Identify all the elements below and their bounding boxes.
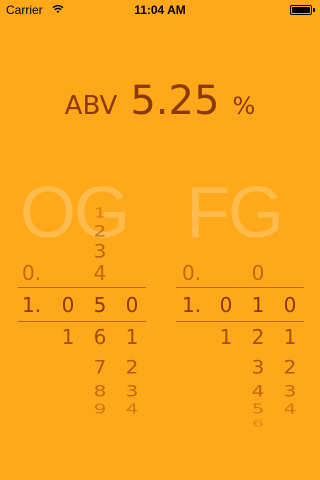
abv-label: ABV — [64, 91, 118, 121]
og-wheel-1-selected[interactable]: 5 — [88, 294, 112, 316]
fg-top-line — [176, 287, 304, 288]
status-time: 11:04 AM — [134, 3, 186, 17]
fg-above-prefix: 0. — [182, 261, 202, 285]
fg-bottom-line — [176, 321, 304, 322]
fg-wheel-1-below-digit: 4 — [251, 381, 265, 401]
og-wheel-1-above-digit: 1 — [93, 205, 107, 221]
og-wheel-2-selected[interactable]: 0 — [120, 294, 144, 316]
fg-wheel-1-above-digit: 0 — [251, 261, 265, 285]
fg-wheel-2-below-digit: 4 — [283, 401, 297, 417]
abv-value: 5.25 — [130, 78, 220, 124]
og-wheel-1-above-digit: 4 — [93, 261, 107, 285]
fg-wheel-2-below-digit: 2 — [283, 355, 297, 379]
og-wheel-1-above-digit: 3 — [93, 239, 107, 263]
fg-wheel-1-selected[interactable]: 1 — [246, 294, 270, 316]
fg-wheel-1-below-digit: 3 — [251, 355, 265, 379]
battery-icon — [290, 5, 315, 15]
fg-wheel-2-below-digit: 1 — [283, 325, 297, 349]
fg-wheel-1-below-digit: 6 — [251, 417, 265, 429]
status-bar: Carrier 11:04 AM — [0, 0, 320, 20]
og-wheel-2-below-digit: 4 — [125, 401, 139, 417]
fg-prefix: 1. — [182, 293, 202, 317]
og-wheel-1-below-digit: 9 — [93, 401, 107, 417]
og-wheel-0-selected[interactable]: 0 — [56, 294, 80, 316]
abv-readout: ABV 5.25 % — [0, 78, 320, 124]
og-top-line — [18, 287, 146, 288]
og-wheel-2-below-digit: 2 — [125, 355, 139, 379]
og-prefix: 1. — [22, 293, 42, 317]
fg-wheel-2-selected[interactable]: 0 — [278, 294, 302, 316]
og-wheel-1-below-digit: 6 — [93, 325, 107, 349]
og-wheel-1-below-digit: 8 — [93, 381, 107, 401]
og-wheel-2-below-digit: 1 — [125, 325, 139, 349]
og-wheel-1-above-digit: 2 — [93, 221, 107, 241]
fg-header: FG — [186, 173, 284, 253]
og-wheel-0-below-digit: 1 — [61, 325, 75, 349]
og-bottom-line — [18, 321, 146, 322]
fg-wheel-0-selected[interactable]: 0 — [214, 294, 238, 316]
og-wheel-2-below-digit: 3 — [125, 381, 139, 401]
abv-unit: % — [232, 92, 256, 120]
fg-wheel-0-below-digit: 1 — [219, 325, 233, 349]
og-above-prefix: 0. — [22, 261, 42, 285]
fg-wheel-1-below-digit: 2 — [251, 325, 265, 349]
fg-wheel-1-below-digit: 5 — [251, 401, 265, 417]
og-wheel-1-below-digit: 7 — [93, 355, 107, 379]
fg-wheel-2-below-digit: 3 — [283, 381, 297, 401]
